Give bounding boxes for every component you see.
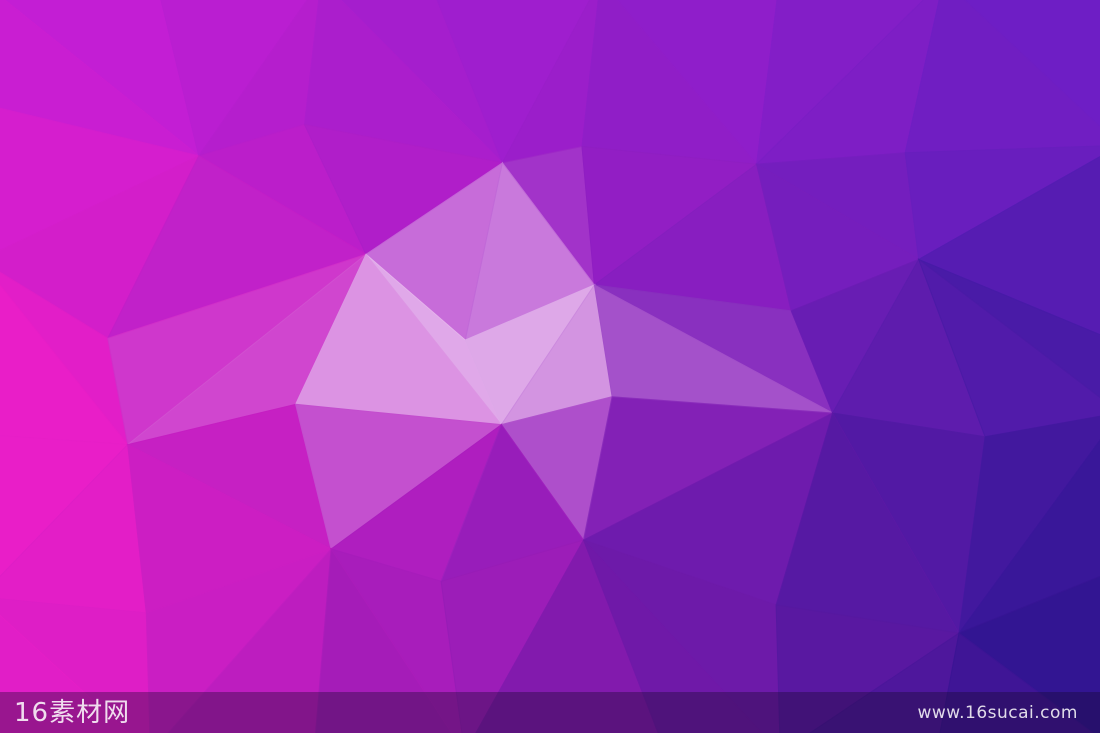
low-poly-background: 16素材网 www.16sucai.com (0, 0, 1100, 733)
low-poly-triangle-mesh (0, 0, 1100, 733)
watermark-url: www.16sucai.com (917, 703, 1078, 723)
watermark-logo: 16素材网 (14, 698, 131, 728)
